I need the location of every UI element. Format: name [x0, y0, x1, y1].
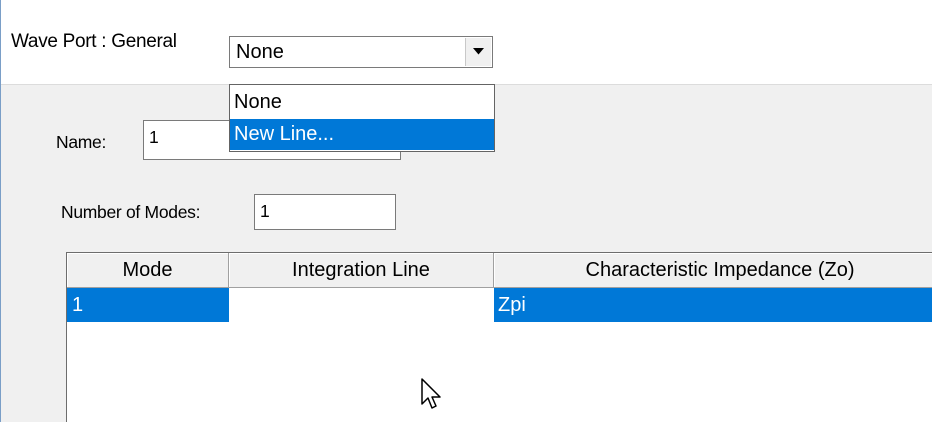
integration-line-combo[interactable]: None	[229, 36, 493, 68]
mouse-pointer-icon	[421, 378, 445, 419]
column-header-characteristic-impedance[interactable]: Characteristic Impedance (Zo)	[494, 253, 932, 288]
cell-integration-line[interactable]	[229, 288, 494, 322]
wave-port-dialog: Wave Port : General Name: 1 Number of Mo…	[0, 0, 932, 422]
cell-mode[interactable]: 1	[67, 288, 229, 322]
number-of-modes-label: Number of Modes:	[61, 202, 201, 222]
integration-line-value: None	[236, 41, 284, 63]
dropdown-option-none[interactable]: None	[230, 87, 494, 118]
dropdown-button[interactable]	[465, 38, 491, 66]
column-header-integration-line[interactable]: Integration Line	[229, 253, 494, 288]
column-header-mode[interactable]: Mode	[67, 253, 229, 288]
dialog-title: Wave Port : General	[11, 31, 177, 52]
integration-line-dropdown-list: None New Line...	[229, 84, 495, 152]
modes-grid: Mode Integration Line Characteristic Imp…	[66, 252, 932, 422]
cell-impedance[interactable]: Zpi	[494, 288, 932, 322]
number-of-modes-input[interactable]: 1	[254, 194, 396, 230]
dropdown-option-new-line[interactable]: New Line...	[230, 119, 494, 150]
name-label: Name:	[56, 132, 107, 152]
